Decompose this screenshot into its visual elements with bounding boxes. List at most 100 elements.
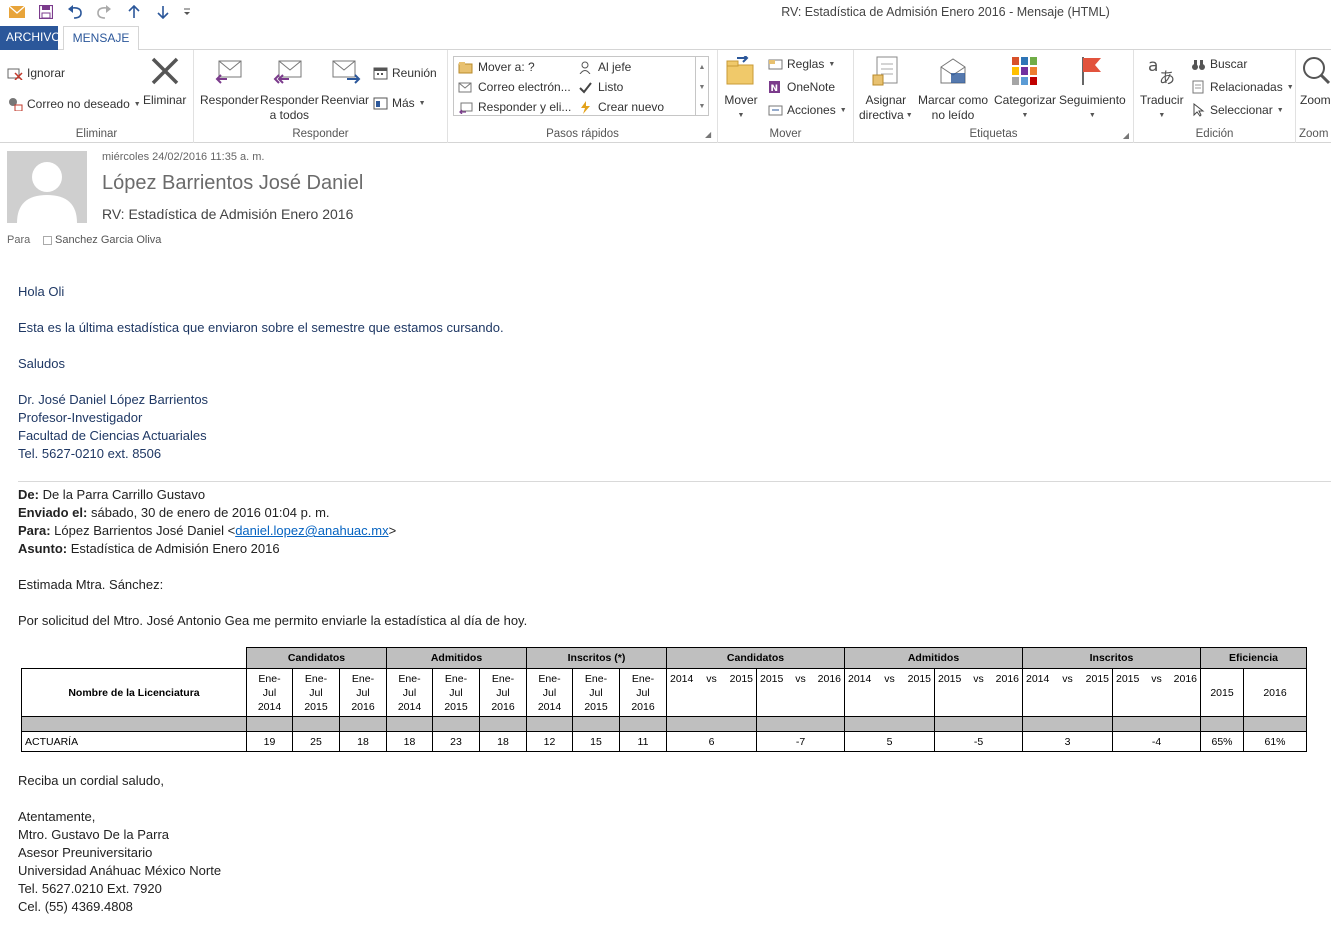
saludos: Saludos bbox=[18, 356, 65, 371]
related-label: Relacionadas bbox=[1210, 80, 1283, 94]
forward-label: Reenviar bbox=[321, 93, 370, 107]
recipient[interactable]: Sanchez Garcia Oliva bbox=[43, 234, 161, 246]
request-line: Por solicitud del Mtro. José Antonio Gea… bbox=[18, 613, 528, 628]
quick-step-done[interactable]: Listo bbox=[577, 79, 623, 95]
table-cell: 18 bbox=[339, 731, 387, 752]
forward-separator bbox=[18, 481, 1331, 482]
table-cell: 65% bbox=[1200, 731, 1244, 752]
separator-row bbox=[21, 716, 1307, 732]
gallery-scroll-down[interactable]: ▼ bbox=[695, 77, 708, 97]
closing-line: Atentamente, bbox=[18, 809, 96, 824]
zoom-button[interactable]: Zoom bbox=[1300, 54, 1331, 108]
assign-policy-label-1: Asignar bbox=[865, 93, 907, 107]
meeting-button[interactable]: Reunión bbox=[372, 63, 437, 83]
tab-mensaje[interactable]: MENSAJE bbox=[63, 26, 139, 51]
zoom-label: Zoom bbox=[1300, 93, 1331, 107]
comparison-token: 2016 bbox=[995, 673, 1019, 685]
group-label-pasos-rapidos: Pasos rápidos bbox=[546, 128, 619, 140]
related-button[interactable]: Relacionadas ▼ bbox=[1190, 77, 1294, 97]
delete-icon bbox=[148, 54, 182, 88]
comparison-token: 2015 bbox=[1116, 673, 1140, 685]
junk-mail-button[interactable]: Correo no deseado ▼ bbox=[7, 94, 141, 114]
gray-cell bbox=[526, 716, 573, 732]
group-zoom: Zoom Zoom bbox=[1296, 50, 1331, 143]
mark-unread-icon bbox=[936, 54, 970, 88]
group-edicion: aあ Traducir ▼ Buscar Relacionadas ▼ Sele… bbox=[1134, 50, 1296, 143]
onenote-label: OneNote bbox=[787, 80, 836, 94]
junk-mail-label: Correo no deseado bbox=[27, 97, 130, 111]
junk-mail-icon bbox=[7, 96, 23, 112]
select-button[interactable]: Seleccionar ▼ bbox=[1190, 100, 1284, 120]
find-button[interactable]: Buscar bbox=[1190, 54, 1247, 74]
quick-step-to-manager[interactable]: Al jefe bbox=[577, 59, 631, 75]
assign-policy-button[interactable]: Asignar directiva ▼ bbox=[859, 54, 913, 123]
chevron-down-icon: ▼ bbox=[1286, 83, 1294, 91]
chevron-down-icon: ▼ bbox=[133, 100, 141, 108]
email-link[interactable]: daniel.lopez@anahuac.mx bbox=[235, 523, 388, 538]
comparison-header: 2015 vs 2016 bbox=[1112, 668, 1201, 717]
actions-label: Acciones bbox=[787, 103, 836, 117]
svg-text:N: N bbox=[770, 84, 778, 94]
message-sender[interactable]: López Barrientos José Daniel bbox=[102, 172, 363, 195]
chevron-down-icon: ▼ bbox=[1276, 106, 1284, 114]
person-icon bbox=[577, 59, 593, 75]
quick-step-label: Correo electrón... bbox=[478, 80, 571, 94]
mark-unread-button[interactable]: Marcar como no leído bbox=[918, 54, 988, 123]
policy-icon bbox=[869, 54, 903, 88]
table-cell: 5 bbox=[844, 731, 935, 752]
quick-step-reply-delete[interactable]: Responder y eli... bbox=[457, 99, 571, 115]
chevron-down-icon: ▼ bbox=[1158, 112, 1166, 119]
forward-to-label: Para: bbox=[18, 523, 51, 538]
closing-line: Mtro. Gustavo De la Parra bbox=[18, 827, 169, 842]
quick-step-email[interactable]: Correo electrón... bbox=[457, 79, 571, 95]
comparison-header: 2014 vs 2015 bbox=[1022, 668, 1113, 717]
follow-up-button[interactable]: Seguimiento ▼ bbox=[1059, 54, 1126, 123]
dialog-launcher-icon[interactable]: ◢ bbox=[705, 130, 711, 139]
chevron-down-icon: ▼ bbox=[1088, 112, 1096, 119]
admission-stats-table: Candidatos Admitidos Inscritos (*) Candi… bbox=[21, 647, 1307, 752]
comparison-token: 2014 bbox=[670, 673, 694, 685]
categorize-label: Categorizar bbox=[994, 93, 1057, 107]
quick-step-move-to[interactable]: Mover a: ? bbox=[457, 59, 535, 75]
delete-label: Eliminar bbox=[143, 93, 187, 107]
signature-line: Facultad de Ciencias Actuariales bbox=[18, 428, 207, 443]
lightning-icon bbox=[577, 99, 593, 115]
period-header: Ene- Jul 2014 bbox=[386, 668, 433, 717]
quick-step-create-new[interactable]: Crear nuevo bbox=[577, 99, 664, 115]
forward-to: Para: López Barrientos José Daniel <dani… bbox=[18, 523, 396, 538]
reply-button[interactable]: Responder bbox=[200, 54, 259, 108]
recipient-name: Sanchez Garcia Oliva bbox=[55, 234, 162, 246]
quick-step-label: Al jefe bbox=[598, 60, 632, 74]
gray-cell bbox=[934, 716, 1023, 732]
categorize-button[interactable]: Categorizar ▼ bbox=[994, 54, 1056, 123]
svg-text:a: a bbox=[1148, 56, 1158, 76]
forward-from-label: De: bbox=[18, 487, 39, 502]
gray-cell bbox=[572, 716, 620, 732]
more-button[interactable]: Más ▼ bbox=[372, 93, 426, 113]
group-responder: Responder Responder a todos Reenviar Reu… bbox=[194, 50, 448, 143]
chevron-down-icon: ▼ bbox=[905, 112, 913, 119]
closing-line: Asesor Preuniversitario bbox=[18, 845, 153, 860]
gallery-expand[interactable]: ▼ bbox=[695, 97, 708, 115]
ignore-button[interactable]: Ignorar bbox=[7, 63, 65, 83]
comparison-token: 2015 bbox=[760, 673, 784, 685]
actions-button[interactable]: Acciones ▼ bbox=[767, 100, 847, 120]
reply-all-button[interactable]: Responder a todos bbox=[260, 54, 319, 123]
forward-button[interactable]: Reenviar bbox=[321, 54, 369, 108]
gallery-scroll-up[interactable]: ▲ bbox=[695, 57, 708, 77]
quick-steps-gallery: Mover a: ? Correo electrón... Responder … bbox=[453, 56, 709, 116]
binoculars-icon bbox=[1190, 56, 1206, 72]
reply-icon bbox=[212, 54, 246, 88]
onenote-icon: N bbox=[767, 79, 783, 95]
comparison-token: 2014 bbox=[1026, 673, 1050, 685]
period-header: Ene- Jul 2014 bbox=[246, 668, 293, 717]
translate-button[interactable]: aあ Traducir ▼ bbox=[1140, 54, 1184, 123]
onenote-button[interactable]: N OneNote bbox=[767, 77, 835, 97]
more-label: Más bbox=[392, 96, 415, 110]
delete-button[interactable]: Eliminar bbox=[143, 54, 186, 108]
rules-button[interactable]: Reglas ▼ bbox=[767, 54, 835, 74]
tab-archivo[interactable]: ARCHIVO bbox=[0, 26, 61, 50]
move-button[interactable]: Mover ▼ bbox=[724, 54, 758, 123]
reply-all-label-2: a todos bbox=[269, 108, 310, 122]
forward-subject-value: Estadística de Admisión Enero 2016 bbox=[70, 541, 280, 556]
